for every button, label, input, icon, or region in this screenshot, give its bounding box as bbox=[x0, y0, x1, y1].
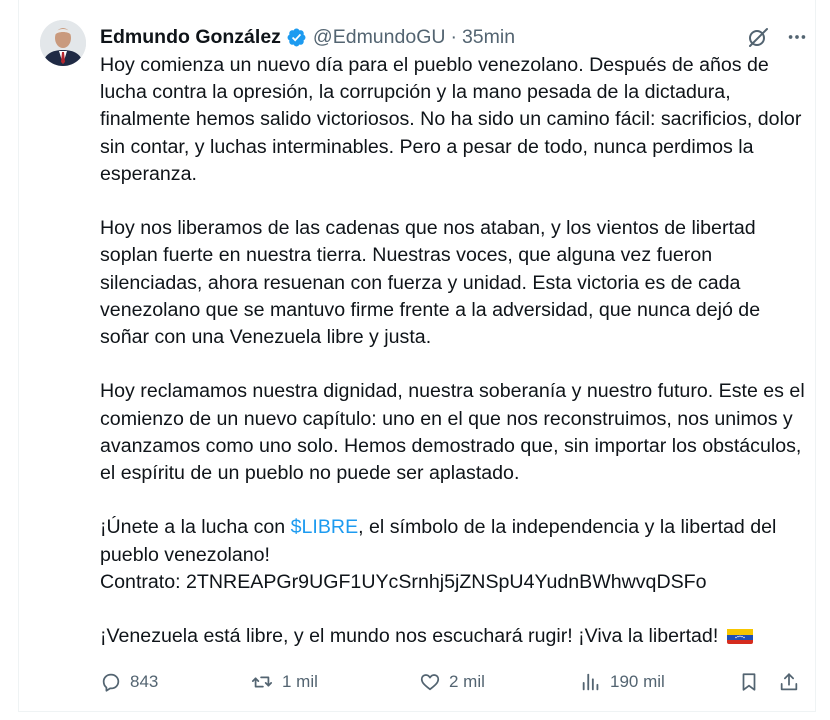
tweet-paragraph-2: Hoy nos liberamos de las cadenas que nos… bbox=[100, 217, 761, 349]
tweet-actions: 843 1 mil 2 mil 190 mil bbox=[100, 668, 808, 696]
reply-button[interactable]: 843 bbox=[100, 668, 158, 696]
header-separator: · bbox=[450, 25, 457, 48]
share-button[interactable] bbox=[778, 668, 800, 696]
more-icon[interactable] bbox=[786, 26, 808, 48]
repost-button[interactable]: 1 mil bbox=[250, 668, 318, 696]
avatar-image bbox=[40, 20, 86, 66]
tweet-paragraph-closing: ¡Venezuela está libre, y el mundo nos es… bbox=[100, 623, 812, 650]
tweet-header: Edmundo González @EdmundoGU · 35min bbox=[100, 24, 808, 50]
verified-badge-icon bbox=[286, 27, 307, 48]
repost-icon bbox=[250, 671, 274, 693]
views-button[interactable]: 190 mil bbox=[580, 668, 665, 696]
cta-text-before: ¡Únete a la lucha con bbox=[100, 516, 291, 539]
tweet-paragraph-1: Hoy comienza un nuevo día para el pueblo… bbox=[100, 54, 802, 185]
tweet-text: Hoy comienza un nuevo día para el pueblo… bbox=[100, 52, 812, 650]
grok-icon[interactable] bbox=[746, 25, 770, 49]
like-icon bbox=[419, 671, 441, 693]
views-count: 190 mil bbox=[610, 672, 665, 691]
bookmark-icon bbox=[738, 671, 760, 693]
like-button[interactable]: 2 mil bbox=[419, 668, 485, 696]
avatar[interactable] bbox=[40, 20, 86, 66]
closing-text: ¡Venezuela está libre, y el mundo nos es… bbox=[100, 625, 719, 648]
reply-icon bbox=[100, 671, 122, 693]
tweet-paragraph-3: Hoy reclamamos nuestra dignidad, nuestra… bbox=[100, 380, 805, 485]
share-icon bbox=[778, 671, 800, 693]
like-count: 2 mil bbox=[449, 672, 485, 691]
bookmark-button[interactable] bbox=[738, 668, 760, 696]
repost-count: 1 mil bbox=[282, 672, 318, 691]
author-handle[interactable]: @EdmundoGU bbox=[313, 26, 446, 49]
author-name[interactable]: Edmundo González bbox=[100, 26, 281, 49]
venezuela-flag-icon bbox=[726, 627, 753, 645]
cashtag-link[interactable]: $LIBRE bbox=[291, 516, 359, 538]
tweet-timestamp[interactable]: 35min bbox=[462, 26, 515, 49]
contract-line: Contrato: 2TNREAPGr9UGF1UYcSrnhj5jZNSpU4… bbox=[100, 570, 707, 593]
tweet-paragraph-cta: ¡Únete a la lucha con $LIBRE, el símbolo… bbox=[100, 514, 812, 596]
reply-count: 843 bbox=[130, 672, 159, 691]
views-icon bbox=[580, 671, 602, 693]
header-actions bbox=[746, 25, 808, 49]
